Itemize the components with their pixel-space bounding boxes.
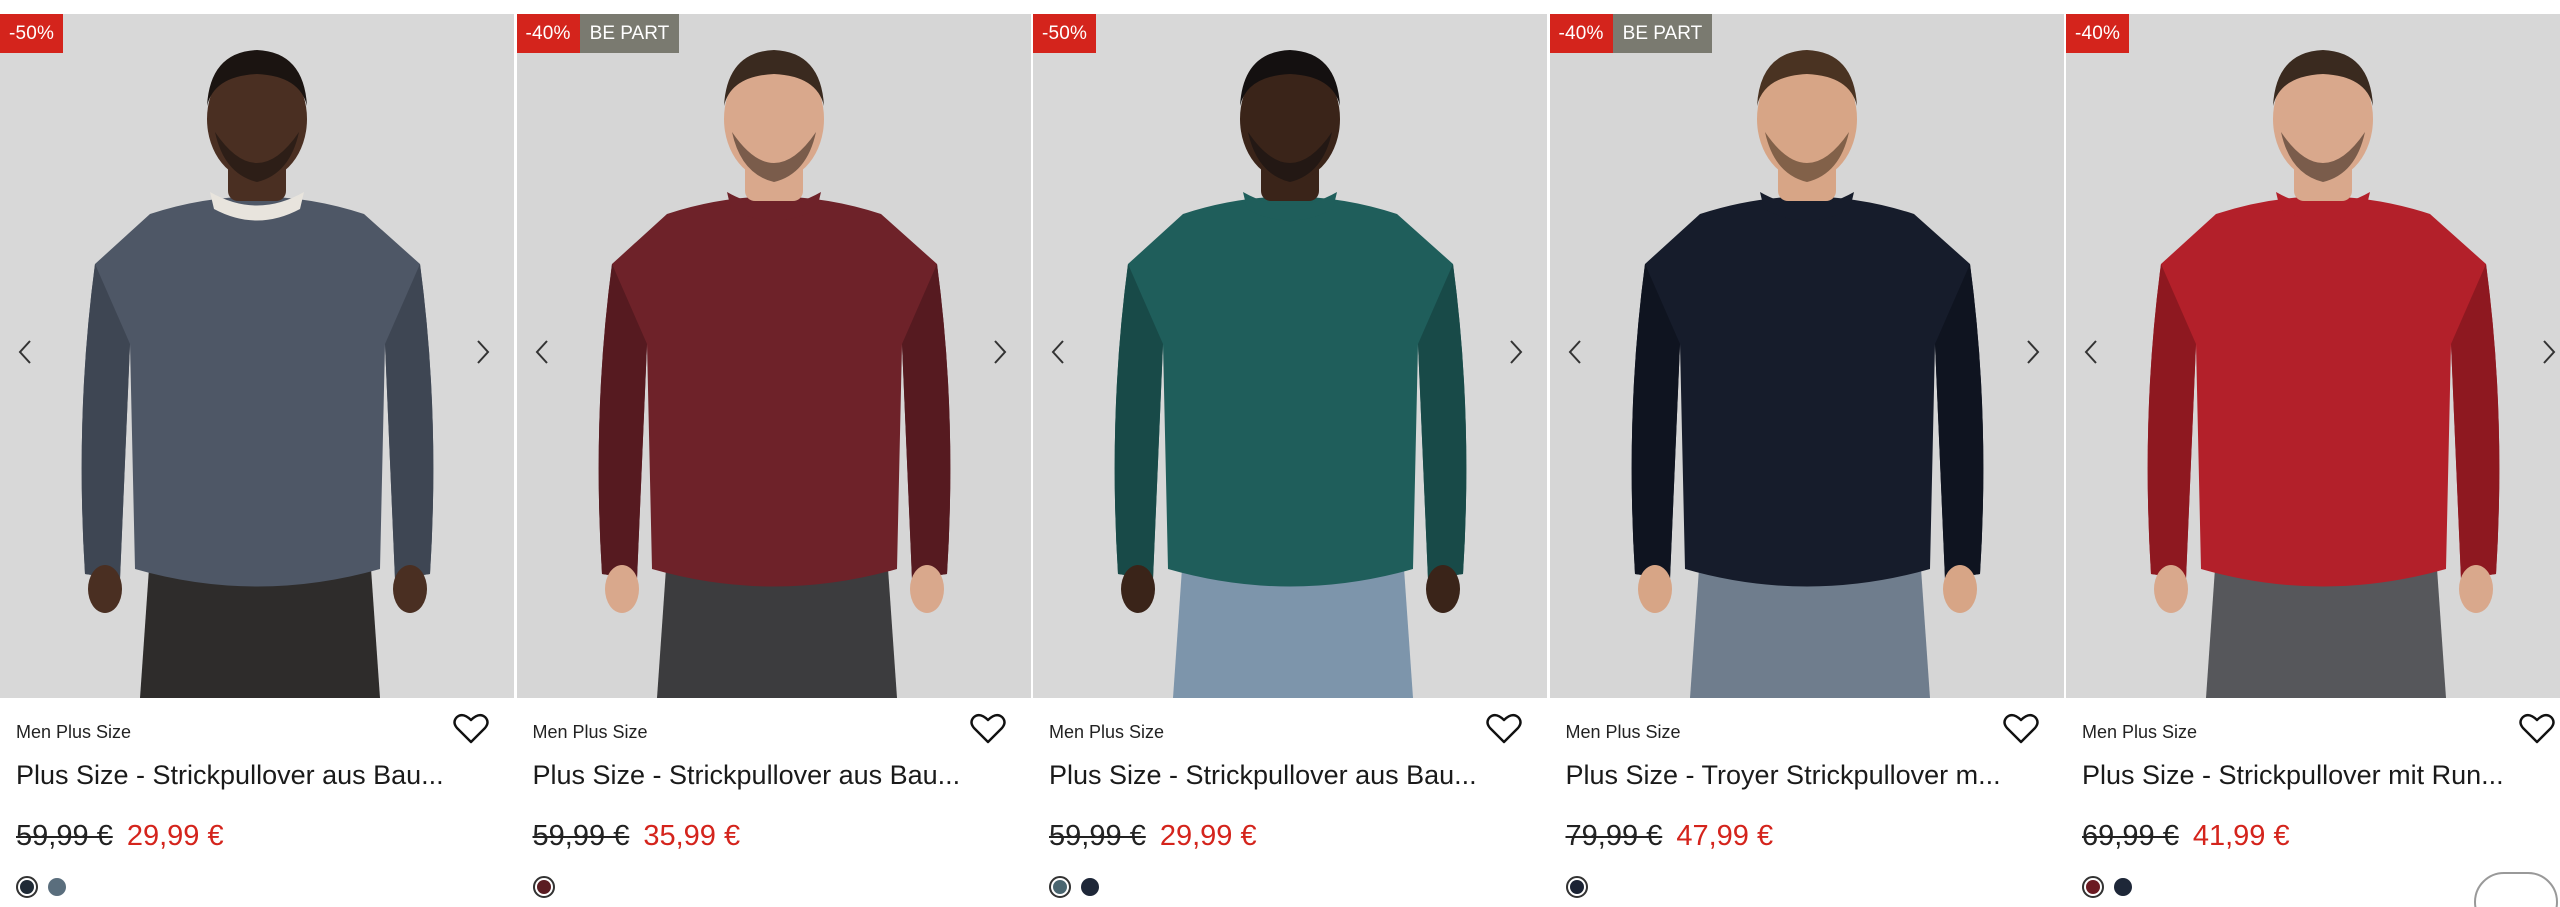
color-swatch-dot [1081,878,1099,896]
product-image-carousel[interactable]: -50% [0,14,514,698]
color-swatch[interactable] [2112,876,2134,898]
original-price: 59,99 € [1049,820,1146,852]
product-brand: Men Plus Size [2082,722,2198,742]
color-swatches [1049,876,1101,898]
product-brand: Men Plus Size [532,722,648,742]
chevron-right-icon[interactable] [466,332,500,372]
discount-badge: -50% [0,14,64,53]
product-badges: -40% BE PART [516,14,680,53]
product-title[interactable]: Plus Size - Strickpullover aus Bau... [16,760,456,791]
product-title[interactable]: Plus Size - Strickpullover aus Bau... [1049,760,1489,791]
product-title[interactable]: Plus Size - Troyer Strickpullover m... [1566,760,2006,791]
product-card[interactable]: -40% Men Plus Size Plus Size - Strickpul… [2066,14,2560,907]
product-card[interactable]: -50% Men Plus Size Plus Size - Strickpul… [0,14,517,907]
sale-price: 29,99 € [126,820,224,852]
chevron-left-icon[interactable] [2074,332,2108,372]
chevron-left-icon[interactable] [1041,332,1075,372]
product-title[interactable]: Plus Size - Strickpullover aus Bau... [533,760,973,791]
product-title[interactable]: Plus Size - Strickpullover mit Run... [2082,760,2522,791]
discount-badge: -40% [1549,14,1613,53]
original-price: 59,99 € [16,820,113,852]
product-image-carousel[interactable]: -40% BE PART [516,14,1031,698]
product-price: 79,99 € 47,99 € [1566,820,1774,853]
product-card[interactable]: -40% BE PART Men Plus Size Plus Size - S… [516,14,1034,907]
product-card[interactable]: -40% BE PART Men Plus Size Plus Size - T… [1549,14,2067,907]
color-swatch[interactable] [532,876,555,898]
heart-outline-icon[interactable] [451,708,491,748]
product-brand: Men Plus Size [1565,722,1681,742]
chevron-right-icon[interactable] [1499,332,1533,372]
original-price: 79,99 € [1565,820,1663,852]
heart-outline-icon[interactable] [2517,708,2557,748]
discount-badge: -40% [516,14,580,53]
color-swatch-dot [1569,880,1584,894]
product-badges: -40% [2066,14,2130,53]
product-grid: -50% Men Plus Size Plus Size - Strickpul… [0,14,2560,907]
chevron-right-icon[interactable] [2016,332,2050,372]
color-swatches [16,876,68,898]
heart-outline-icon[interactable] [2001,708,2041,748]
original-price: 69,99 € [2082,820,2179,852]
chevron-left-icon[interactable] [8,332,42,372]
discount-badge: -50% [1033,14,1097,53]
color-swatch[interactable] [46,876,68,898]
color-swatch[interactable] [2082,876,2104,898]
product-price: 59,99 € 29,99 € [16,820,224,853]
color-swatch[interactable] [1565,876,1588,898]
floating-action-button[interactable] [2474,872,2558,907]
sale-price: 41,99 € [2192,820,2290,852]
color-swatches [2082,876,2134,898]
tag-badge: BE PART [1612,14,1713,53]
product-photo [516,14,1031,698]
product-photo [1033,14,1547,698]
color-swatches [1565,876,1588,898]
color-swatch[interactable] [1079,876,1101,898]
color-swatch[interactable] [1049,876,1071,898]
tag-badge: BE PART [579,14,680,53]
heart-outline-icon[interactable] [968,708,1008,748]
product-image-carousel[interactable]: -40% [2066,14,2560,698]
color-swatches [532,876,555,898]
color-swatch-dot [1053,880,1067,894]
product-photo [0,14,514,698]
product-badges: -50% [0,14,64,53]
product-price: 59,99 € 29,99 € [1049,820,1257,853]
product-card[interactable]: -50% Men Plus Size Plus Size - Strickpul… [1033,14,1550,907]
color-swatch-dot [2086,880,2100,894]
color-swatch-dot [20,880,34,894]
heart-outline-icon[interactable] [1484,708,1524,748]
chevron-right-icon[interactable] [983,332,1017,372]
product-image-carousel[interactable]: -50% [1033,14,1547,698]
product-listing-page: -50% Men Plus Size Plus Size - Strickpul… [0,0,2560,907]
color-swatch-dot [48,878,66,896]
product-photo [1549,14,2064,698]
product-badges: -50% [1033,14,1097,53]
sale-price: 29,99 € [1159,820,1257,852]
sale-price: 35,99 € [643,820,741,852]
chevron-left-icon[interactable] [1558,332,1592,372]
original-price: 59,99 € [532,820,630,852]
product-image-carousel[interactable]: -40% BE PART [1549,14,2064,698]
chevron-right-icon[interactable] [2532,332,2560,372]
color-swatch[interactable] [16,876,38,898]
chevron-left-icon[interactable] [525,332,559,372]
color-swatch-dot [2114,878,2132,896]
product-price: 59,99 € 35,99 € [533,820,741,853]
color-swatch-dot [536,880,551,894]
product-badges: -40% BE PART [1549,14,1713,53]
sale-price: 47,99 € [1676,820,1774,852]
product-brand: Men Plus Size [1049,722,1165,742]
discount-badge: -40% [2066,14,2130,53]
product-brand: Men Plus Size [16,722,132,742]
product-price: 69,99 € 41,99 € [2082,820,2290,853]
product-photo [2066,14,2560,698]
